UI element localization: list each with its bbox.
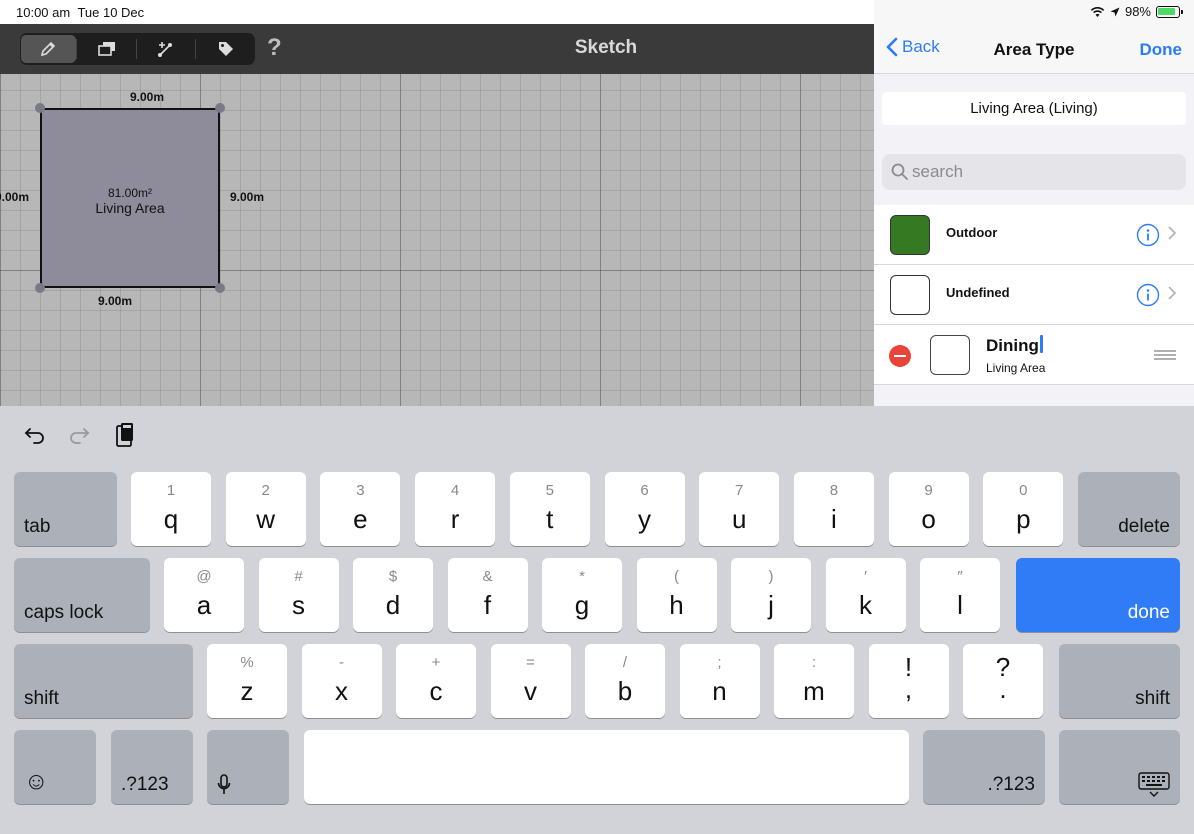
- list-item-editing[interactable]: Dining Living Area: [874, 325, 1194, 385]
- undo-button[interactable]: [20, 420, 50, 450]
- location-icon: [1110, 7, 1120, 16]
- reorder-handle-icon[interactable]: [1154, 350, 1176, 360]
- redo-icon: [70, 428, 90, 444]
- key-o[interactable]: 9o: [888, 472, 969, 546]
- text-cursor: [1039, 335, 1043, 353]
- key-v[interactable]: = v: [490, 644, 571, 718]
- chevron-right-icon: [1168, 226, 1176, 240]
- key-x[interactable]: -x: [301, 644, 382, 718]
- dimension-bottom: 9.00m: [98, 294, 133, 308]
- dimension-right: 9.00m: [230, 190, 265, 204]
- key-y[interactable]: 6y: [604, 472, 685, 546]
- area-type-panel: Back Area Type Done Living Area (Living)…: [874, 24, 1194, 406]
- area-category-label: Living Area: [986, 361, 1046, 375]
- key-a[interactable]: @ a: [164, 558, 244, 632]
- microphone-icon: [217, 774, 231, 794]
- key-f[interactable]: & f: [447, 558, 528, 632]
- status-bar-right: 98%: [874, 0, 1194, 24]
- color-swatch: [890, 215, 930, 255]
- shift-key-left[interactable]: shift: [14, 644, 193, 718]
- area-name-field[interactable]: Dining: [986, 335, 1043, 356]
- key-p[interactable]: 0p: [983, 472, 1064, 546]
- color-swatch: [890, 275, 930, 315]
- selected-area-type: Living Area (Living): [882, 92, 1186, 125]
- panel-navbar: Back Area Type Done: [874, 24, 1194, 74]
- hide-keyboard-key[interactable]: [1059, 730, 1180, 804]
- dictation-key[interactable]: [207, 730, 289, 804]
- info-icon[interactable]: [1136, 283, 1160, 307]
- search-input[interactable]: [912, 162, 1172, 182]
- key-.[interactable]: ?.: [963, 644, 1043, 718]
- paste-button[interactable]: [110, 420, 140, 450]
- corner-handle[interactable]: [35, 103, 45, 113]
- dimension-top: 9.00m: [130, 90, 165, 104]
- key-t[interactable]: 5t: [509, 472, 590, 546]
- key-,[interactable]: !,: [868, 644, 949, 718]
- dimension-left: 9.00m: [0, 190, 30, 204]
- numbers-key-right[interactable]: .?123: [923, 730, 1045, 804]
- key-s[interactable]: # s: [258, 558, 339, 632]
- redo-button[interactable]: [64, 420, 94, 450]
- key-m[interactable]: :m: [774, 644, 854, 718]
- list-item-outdoor[interactable]: Outdoor: [874, 205, 1194, 265]
- list-item-undefined[interactable]: Undefined: [874, 265, 1194, 325]
- key-g[interactable]: * g: [542, 558, 622, 632]
- corner-handle[interactable]: [215, 103, 225, 113]
- area-type-list: Outdoor Undefined Dining Living Area: [874, 205, 1194, 385]
- done-key[interactable]: done: [1016, 558, 1180, 632]
- key-r[interactable]: 4r: [415, 472, 496, 546]
- key-j[interactable]: ) j: [731, 558, 811, 632]
- keyboard: tab 1q2w3e4r5t6y7u8i9o0p delete caps loc…: [0, 406, 1194, 834]
- key-c[interactable]: + c: [396, 644, 476, 718]
- clipboard-icon: [116, 423, 133, 447]
- chevron-right-icon: [1168, 286, 1176, 300]
- search-bar: [882, 154, 1186, 190]
- key-d[interactable]: $ d: [353, 558, 433, 632]
- key-h[interactable]: (h: [636, 558, 717, 632]
- key-u[interactable]: 7u: [699, 472, 780, 546]
- info-icon[interactable]: [1136, 223, 1160, 247]
- sketch-toolbar: ? Sketch: [0, 24, 874, 74]
- delete-key[interactable]: delete: [1078, 472, 1180, 546]
- key-b[interactable]: / b: [585, 644, 665, 718]
- corner-handle[interactable]: [35, 283, 45, 293]
- room-area-label: 81.00m²: [107, 186, 153, 200]
- emoji-key[interactable]: ☺: [14, 730, 96, 804]
- space-key[interactable]: [304, 730, 909, 804]
- done-button[interactable]: Done: [1140, 40, 1183, 60]
- key-w[interactable]: 2w: [225, 472, 306, 546]
- shift-key-right[interactable]: shift: [1059, 644, 1180, 718]
- emoji-icon: ☺: [24, 768, 49, 795]
- caps-lock-key[interactable]: caps lock: [14, 558, 150, 632]
- status-time: 10:00 am Tue 10 Dec: [16, 5, 145, 20]
- key-e[interactable]: 3e: [320, 472, 401, 546]
- tab-key[interactable]: tab: [14, 472, 117, 546]
- key-n[interactable]: ; n: [679, 644, 760, 718]
- key-i[interactable]: 8i: [793, 472, 874, 546]
- room-shape[interactable]: 81.00m² Living Area: [40, 108, 220, 288]
- key-q[interactable]: 1q: [131, 472, 211, 546]
- key-z[interactable]: % z: [207, 644, 287, 718]
- keyboard-dismiss-icon: [1138, 772, 1170, 797]
- status-bar: 10:00 am Tue 10 Dec: [0, 0, 874, 24]
- battery-percent: 98%: [1124, 4, 1151, 19]
- color-swatch[interactable]: [930, 335, 970, 375]
- delete-minus-icon[interactable]: [889, 345, 911, 367]
- corner-handle[interactable]: [215, 283, 225, 293]
- numbers-key-left[interactable]: .?123: [111, 730, 193, 804]
- battery-icon: [1156, 5, 1183, 18]
- wifi-icon: [1090, 6, 1105, 17]
- search-icon: [891, 163, 908, 180]
- room-name-label: Living Area: [95, 200, 165, 216]
- key-k[interactable]: ′ k: [825, 558, 906, 632]
- list-item-label: Outdoor: [946, 225, 998, 240]
- list-item-label: Undefined: [946, 285, 1010, 300]
- sketch-canvas[interactable]: 81.00m² Living Area 9.00m 9.00m 9.00m 9.…: [0, 74, 874, 406]
- undo-icon: [24, 428, 44, 444]
- key-l[interactable]: ″ l: [920, 558, 1000, 632]
